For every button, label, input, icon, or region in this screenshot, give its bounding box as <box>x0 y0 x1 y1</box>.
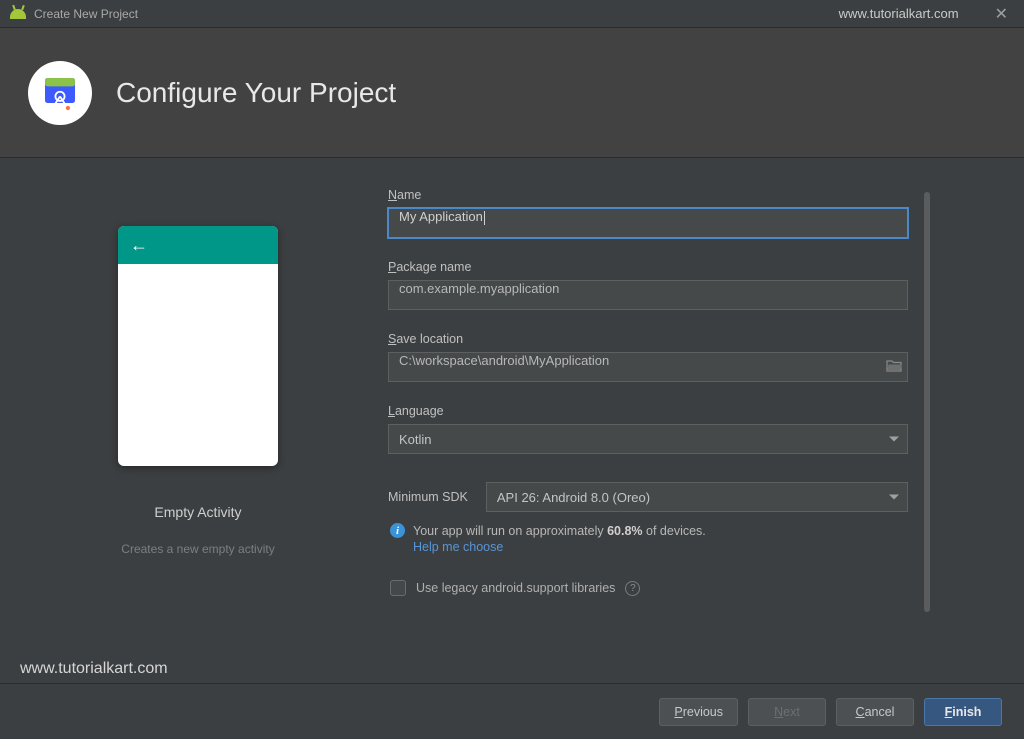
template-name: Empty Activity <box>154 504 241 520</box>
help-me-choose-link[interactable]: Help me choose <box>413 540 706 554</box>
template-preview-column: ← Empty Activity Creates a new empty act… <box>28 188 368 655</box>
cancel-button[interactable]: Cancel <box>836 698 914 726</box>
chevron-down-icon <box>889 495 899 500</box>
close-icon[interactable]: ✕ <box>989 2 1014 26</box>
minimum-sdk-label: Minimum SDK <box>388 490 468 504</box>
android-icon <box>10 9 26 19</box>
watermark-bottom: www.tutorialkart.com <box>0 655 1024 683</box>
name-label: Name <box>388 188 908 202</box>
watermark-top: www.tutorialkart.com <box>839 6 959 21</box>
form-column: Name My Application Package name com.exa… <box>388 188 996 655</box>
help-icon[interactable]: ? <box>625 581 640 596</box>
save-location-label: Save location <box>388 332 908 346</box>
page-title: Configure Your Project <box>116 77 396 109</box>
header: Configure Your Project <box>0 28 1024 158</box>
android-studio-icon <box>40 73 80 113</box>
phone-preview: ← <box>118 226 278 466</box>
template-description: Creates a new empty activity <box>121 542 274 556</box>
chevron-down-icon <box>889 437 899 442</box>
form-scrollbar[interactable] <box>920 188 934 655</box>
info-icon: i <box>390 523 405 538</box>
previous-button[interactable]: Previous <box>659 698 738 726</box>
folder-open-icon[interactable] <box>886 359 902 375</box>
legacy-libraries-label: Use legacy android.support libraries <box>416 581 615 595</box>
back-arrow-icon: ← <box>130 236 148 254</box>
language-select[interactable]: Kotlin <box>388 424 908 454</box>
package-name-input[interactable]: com.example.myapplication <box>388 280 908 310</box>
next-button: Next <box>748 698 826 726</box>
legacy-libraries-checkbox[interactable] <box>390 580 406 596</box>
main-content: ← Empty Activity Creates a new empty act… <box>0 158 1024 655</box>
package-name-label: Package name <box>388 260 908 274</box>
window-title: Create New Project <box>34 7 138 21</box>
wizard-footer: Previous Next Cancel Finish <box>0 683 1024 739</box>
minimum-sdk-select[interactable]: API 26: Android 8.0 (Oreo) <box>486 482 908 512</box>
device-coverage-text: Your app will run on approximately 60.8%… <box>413 522 706 540</box>
name-input[interactable]: My Application <box>388 208 908 238</box>
phone-appbar: ← <box>118 226 278 264</box>
app-logo-badge <box>28 61 92 125</box>
save-location-input[interactable]: C:\workspace\android\MyApplication <box>388 352 908 382</box>
language-label: Language <box>388 404 908 418</box>
sdk-info: i Your app will run on approximately 60.… <box>388 522 908 554</box>
titlebar: Create New Project www.tutorialkart.com … <box>0 0 1024 28</box>
finish-button[interactable]: Finish <box>924 698 1002 726</box>
